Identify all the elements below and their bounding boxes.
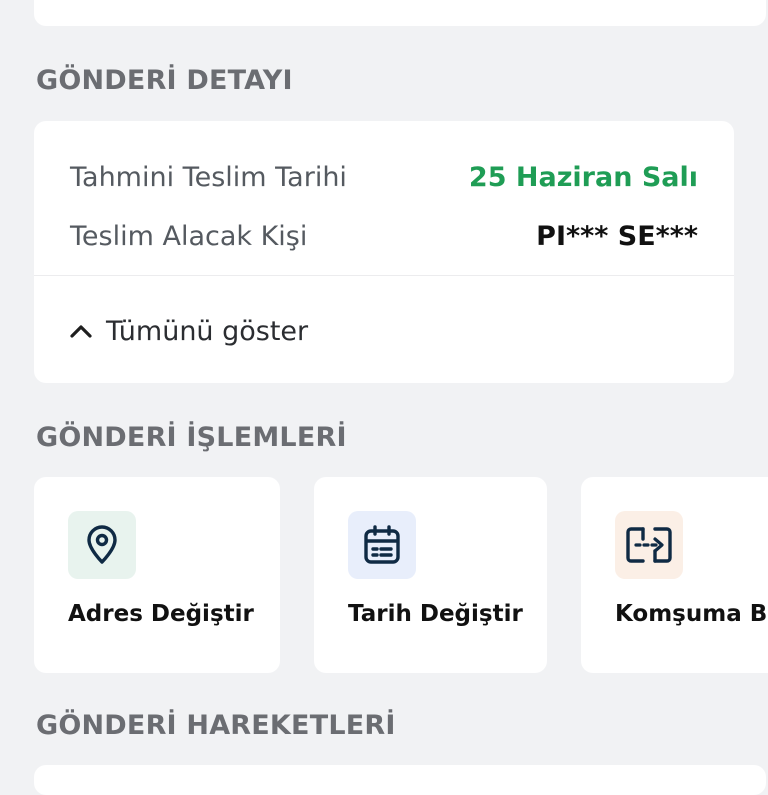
send-to-neighbor-label: Komşuma Bı bbox=[615, 601, 768, 627]
recipient-row: Teslim Alacak Kişi PI*** SE*** bbox=[70, 216, 698, 256]
section-title-detail: GÖNDERİ DETAYI bbox=[36, 65, 293, 96]
change-address-icon-box bbox=[68, 511, 136, 579]
location-pin-icon bbox=[87, 525, 117, 564]
movements-card bbox=[34, 765, 766, 795]
previous-card bbox=[34, 0, 766, 26]
recipient-label: Teslim Alacak Kişi bbox=[70, 220, 308, 252]
detail-divider bbox=[34, 275, 734, 276]
change-date-icon-box bbox=[348, 511, 416, 579]
change-address-label: Adres Değiştir bbox=[68, 601, 254, 627]
section-title-movements: GÖNDERİ HAREKETLERİ bbox=[36, 710, 396, 741]
send-to-neighbor-icon-box bbox=[615, 511, 683, 579]
estimated-delivery-value: 25 Haziran Salı bbox=[468, 161, 698, 193]
chevron-up-icon bbox=[70, 325, 92, 338]
change-address-button[interactable]: Adres Değiştir bbox=[34, 477, 280, 673]
change-date-label: Tarih Değiştir bbox=[348, 601, 523, 627]
transfer-box-icon bbox=[626, 527, 672, 563]
recipient-value: PI*** SE*** bbox=[536, 220, 698, 252]
send-to-neighbor-button[interactable]: Komşuma Bı bbox=[581, 477, 768, 673]
show-all-label: Tümünü göster bbox=[106, 315, 309, 347]
shipment-detail-card: Tahmini Teslim Tarihi 25 Haziran Salı Te… bbox=[34, 121, 734, 383]
change-date-button[interactable]: Tarih Değiştir bbox=[314, 477, 547, 673]
estimated-delivery-row: Tahmini Teslim Tarihi 25 Haziran Salı bbox=[70, 157, 698, 197]
calendar-icon bbox=[364, 525, 400, 564]
show-all-toggle[interactable]: Tümünü göster bbox=[70, 311, 308, 351]
estimated-delivery-label: Tahmini Teslim Tarihi bbox=[70, 161, 347, 193]
section-title-actions: GÖNDERİ İŞLEMLERİ bbox=[36, 422, 347, 453]
